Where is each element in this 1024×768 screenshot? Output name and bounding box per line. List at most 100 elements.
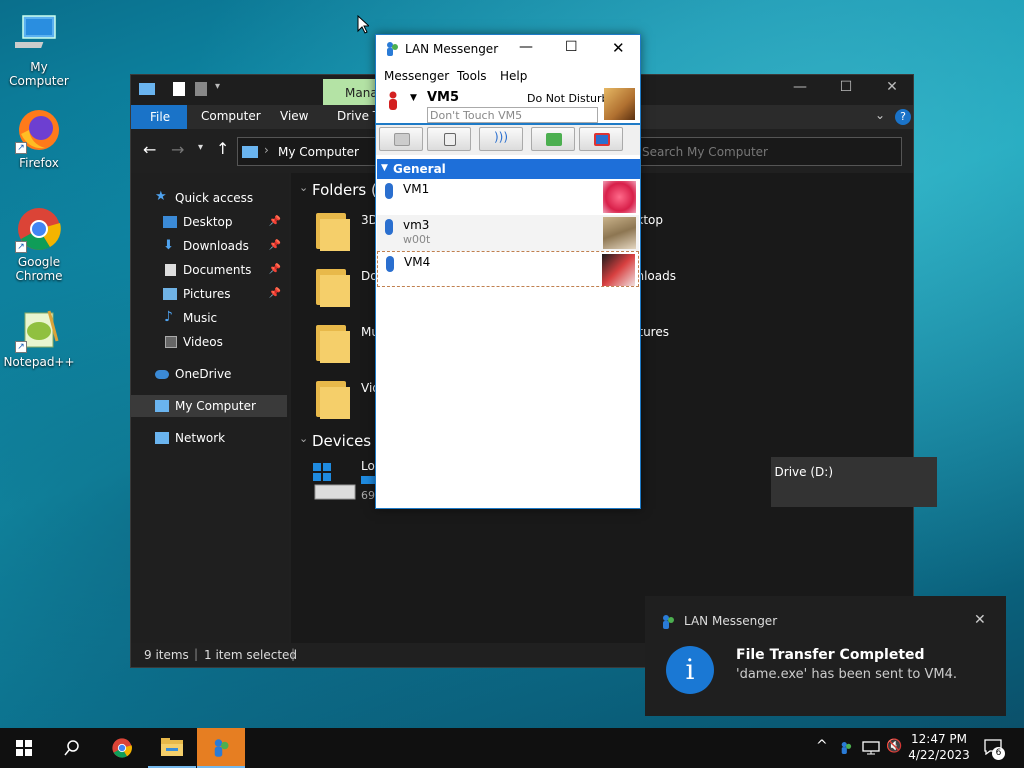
start-button[interactable] <box>0 728 48 768</box>
lan-maximize-button[interactable]: ☐ <box>565 39 578 55</box>
lan-messenger-tray-icon[interactable] <box>840 740 852 756</box>
expand-ribbon-icon[interactable]: ⌄ <box>875 108 885 122</box>
contact-row[interactable]: VM4 <box>377 251 639 287</box>
recent-locations-icon[interactable]: ▾ <box>198 142 203 153</box>
nav-onedrive-label: OneDrive <box>175 367 232 381</box>
search-button[interactable] <box>48 728 96 768</box>
new-folder-icon[interactable] <box>195 82 207 96</box>
pin-icon[interactable]: 📌 <box>269 240 281 251</box>
user-avatar[interactable] <box>604 88 635 120</box>
minimize-button[interactable]: — <box>777 79 823 101</box>
pin-icon[interactable]: 📌 <box>269 264 281 275</box>
nav-music[interactable]: ♪ Music <box>131 307 287 329</box>
add-contact-button[interactable] <box>531 127 575 151</box>
toast-close-icon[interactable]: ✕ <box>974 612 986 628</box>
nav-videos-label: Videos <box>183 335 223 349</box>
back-arrow-icon[interactable]: ← <box>143 140 156 159</box>
status-note-input[interactable]: Don't Touch VM5 <box>427 107 598 123</box>
group-header-general[interactable]: ▼ General <box>377 159 640 179</box>
nav-pictures[interactable]: Pictures 📌 <box>131 283 287 305</box>
collapse-chevron-icon[interactable]: ⌄ <box>299 432 308 445</box>
group-expand-icon: ▼ <box>381 163 388 173</box>
lan-minimize-button[interactable]: — <box>519 39 533 55</box>
menu-tools[interactable]: Tools <box>457 69 487 83</box>
pin-icon[interactable]: 📌 <box>269 288 281 299</box>
contact-row[interactable]: VM1 <box>377 179 639 215</box>
search-input[interactable]: Search My Computer <box>642 145 768 159</box>
drive-label[interactable]: DVD Drive (D:) <box>771 465 833 479</box>
lan-toolbar: ))) <box>376 125 640 155</box>
windows-icon <box>16 740 32 756</box>
taskbar-file-explorer[interactable] <box>148 728 196 768</box>
chrome-icon <box>112 738 132 758</box>
breadcrumb-chevron-icon: › <box>264 143 269 157</box>
user-name: VM5 <box>427 90 460 105</box>
folder-videos-icon[interactable] <box>316 377 352 419</box>
status-dnd-icon[interactable] <box>388 91 398 111</box>
pin-icon[interactable]: 📌 <box>269 216 281 227</box>
broadcast-button[interactable]: ))) <box>479 127 523 151</box>
toast-app-name: LAN Messenger <box>684 614 778 628</box>
local-disk-icon[interactable] <box>311 461 359 507</box>
folder-documents-icon[interactable] <box>316 265 352 307</box>
file-transfer-icon <box>444 133 456 146</box>
collapse-chevron-icon[interactable]: ⌄ <box>299 181 308 194</box>
music-icon: ♪ <box>164 309 173 325</box>
desktop-icon-chrome[interactable]: ↗ Google Chrome <box>1 205 77 283</box>
contact-row[interactable]: vm3 w00t <box>377 215 639 251</box>
nav-videos[interactable]: Videos <box>131 331 287 353</box>
status-online-icon <box>385 219 393 235</box>
nav-my-computer[interactable]: My Computer <box>131 395 287 417</box>
folder-3d-objects-icon[interactable] <box>316 209 352 251</box>
nav-downloads[interactable]: ⬇ Downloads 📌 <box>131 235 287 257</box>
status-item-count: 9 items <box>144 648 189 662</box>
lan-messenger-icon <box>661 614 675 630</box>
cloud-icon <box>155 370 169 379</box>
manage-tab[interactable]: Manage <box>323 79 393 105</box>
toast-notification[interactable]: LAN Messenger ✕ i File Transfer Complete… <box>645 596 1006 716</box>
lan-close-button[interactable]: ✕ <box>612 39 625 57</box>
menu-help[interactable]: Help <box>500 69 527 83</box>
nav-onedrive[interactable]: OneDrive <box>131 363 287 385</box>
documents-icon <box>165 264 176 276</box>
action-center-button[interactable]: 6 <box>982 738 1008 760</box>
up-arrow-icon[interactable]: ↑ <box>216 139 229 158</box>
nav-desktop[interactable]: Desktop 📌 <box>131 211 287 233</box>
folder-music-icon[interactable] <box>316 321 352 363</box>
tab-computer[interactable]: Computer <box>201 109 261 123</box>
status-note-placeholder: Don't Touch VM5 <box>430 109 523 122</box>
quick-access-dropdown-icon[interactable]: ▾ <box>215 81 220 92</box>
desktop-icon-notepadpp[interactable]: ↗ Notepad++ <box>1 305 77 369</box>
show-hidden-icons-icon[interactable]: ^ <box>816 738 828 754</box>
nav-network[interactable]: Network <box>131 427 287 449</box>
clock-time: 12:47 PM <box>911 732 967 746</box>
broadcast-icon: ))) <box>494 130 509 144</box>
nav-quick-access[interactable]: ★ Quick access <box>131 187 287 209</box>
tab-view[interactable]: View <box>280 109 308 123</box>
chat-button[interactable] <box>379 127 423 151</box>
menu-messenger[interactable]: Messenger <box>384 69 449 83</box>
network-icon[interactable] <box>862 741 880 755</box>
status-divider: | <box>194 647 199 661</box>
lan-user-panel: ▼ VM5 Do Not Disturb Don't Touch VM5 <box>376 87 640 125</box>
maximize-button[interactable]: ☐ <box>823 79 869 101</box>
desktop-icon-firefox[interactable]: ↗ Firefox <box>1 106 77 170</box>
nav-quick-access-label: Quick access <box>175 191 254 205</box>
forward-arrow-icon[interactable]: → <box>171 140 184 159</box>
section-devices[interactable]: Devices and drives (2) <box>312 432 376 450</box>
tab-file[interactable]: File <box>131 105 187 129</box>
taskbar-lan-messenger[interactable] <box>197 728 245 768</box>
taskbar-chrome[interactable] <box>98 728 146 768</box>
desktop-icon-my-computer[interactable]: My Computer <box>1 10 77 88</box>
user-status: Do Not Disturb <box>527 92 609 105</box>
settings-button[interactable] <box>579 127 623 151</box>
properties-icon[interactable] <box>173 82 185 96</box>
close-button[interactable]: ✕ <box>869 79 915 101</box>
status-dropdown-icon[interactable]: ▼ <box>410 93 417 103</box>
help-icon[interactable]: ? <box>895 109 911 125</box>
clock[interactable]: 12:47 PM 4/22/2023 <box>908 731 970 763</box>
volume-muted-icon[interactable]: 🔇 <box>886 739 902 754</box>
nav-documents[interactable]: Documents 📌 <box>131 259 287 281</box>
mouse-cursor-icon <box>357 15 369 34</box>
file-transfer-button[interactable] <box>427 127 471 151</box>
